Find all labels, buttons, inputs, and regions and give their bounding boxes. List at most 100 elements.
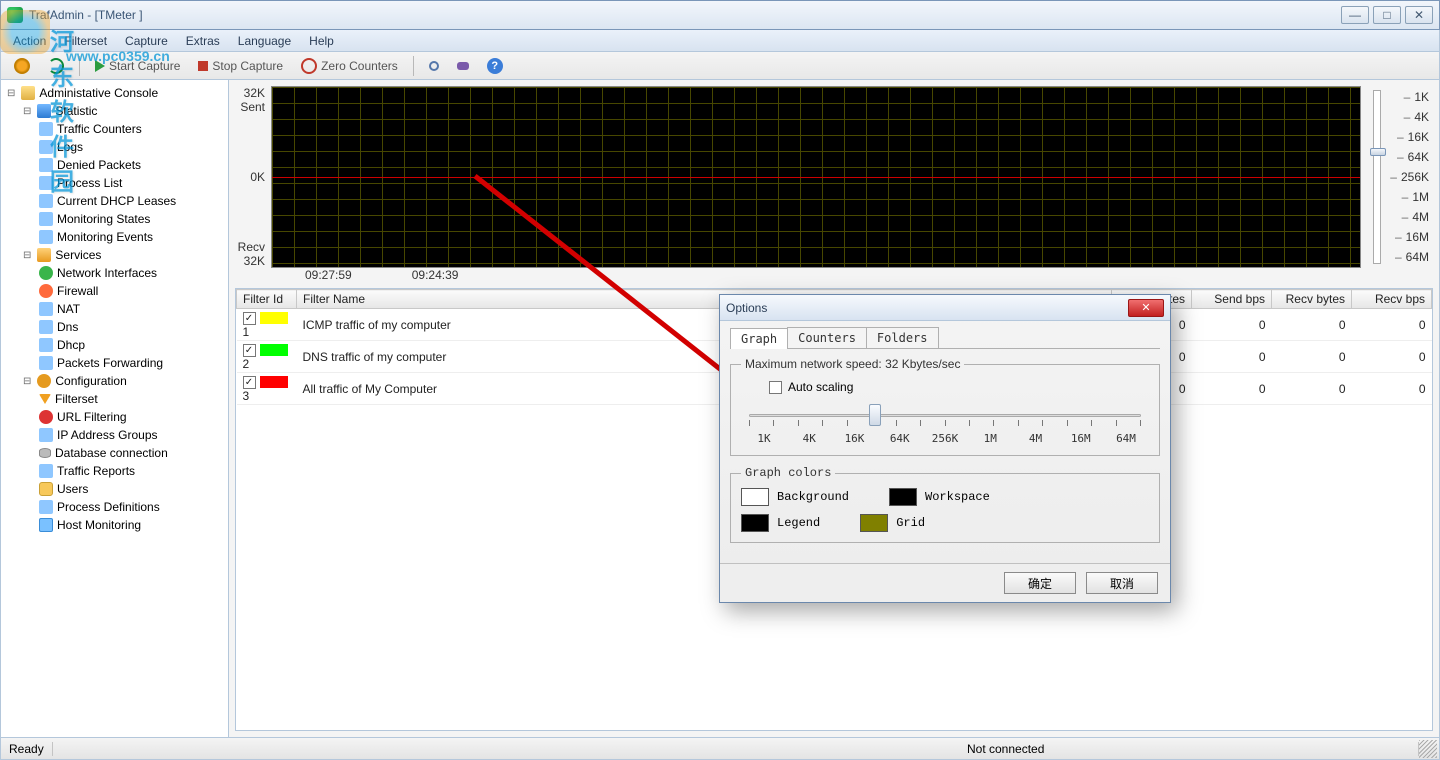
stop-capture-button[interactable]: Stop Capture: [191, 56, 290, 76]
ok-button[interactable]: 确定: [1004, 572, 1076, 594]
row-color-chip: [260, 376, 288, 388]
col-filter-id[interactable]: Filter Id: [237, 290, 297, 309]
cancel-button[interactable]: 取消: [1086, 572, 1158, 594]
toolbar-find-button[interactable]: [422, 58, 446, 74]
toolbar-refresh-button[interactable]: [41, 55, 71, 77]
start-capture-button[interactable]: Start Capture: [88, 56, 187, 76]
tree-dhcp[interactable]: Dhcp: [37, 336, 228, 354]
users-icon: [39, 482, 53, 496]
row-checkbox[interactable]: [243, 312, 256, 325]
scale-tick: 256K: [1387, 170, 1431, 184]
checkbox-icon: [769, 381, 782, 394]
funnel-icon: [39, 394, 51, 404]
services-icon: [37, 248, 51, 262]
tree-nat[interactable]: NAT: [37, 300, 228, 318]
col-send-bps[interactable]: Send bps: [1192, 290, 1272, 309]
color-grid[interactable]: Grid: [860, 514, 925, 532]
tree-dhcp-leases[interactable]: Current DHCP Leases: [37, 192, 228, 210]
menu-capture[interactable]: Capture: [117, 32, 176, 50]
scale-slider[interactable]: [1373, 90, 1381, 264]
scale-tick: 1M: [1387, 190, 1431, 204]
col-recv-bytes[interactable]: Recv bytes: [1272, 290, 1352, 309]
toolbar-settings-button[interactable]: [7, 55, 37, 77]
speed-label: Maximum network speed:: [745, 357, 885, 371]
dialog-titlebar[interactable]: Options ✕: [720, 295, 1170, 321]
tree-filterset[interactable]: Filterset: [37, 390, 228, 408]
colors-fieldset: Graph colors Background Workspace Legend…: [730, 466, 1160, 543]
tree-packets-forwarding[interactable]: Packets Forwarding: [37, 354, 228, 372]
tree-host-monitoring[interactable]: Host Monitoring: [37, 516, 228, 534]
nat-icon: [39, 302, 53, 316]
swatch-workspace: [889, 488, 917, 506]
row-recv-bps: 0: [1352, 309, 1432, 341]
close-button[interactable]: ✕: [1405, 6, 1433, 24]
tree-users[interactable]: Users: [37, 480, 228, 498]
tree-url-filtering[interactable]: URL Filtering: [37, 408, 228, 426]
row-recv-bytes: 0: [1272, 341, 1352, 373]
main-layout: Administative Console Statistic Traffic …: [0, 80, 1440, 738]
toolbar-help-button[interactable]: ?: [480, 55, 510, 77]
tree-statistic[interactable]: Statistic: [21, 102, 228, 120]
color-background[interactable]: Background: [741, 488, 849, 506]
row-recv-bytes: 0: [1272, 309, 1352, 341]
link-icon: [457, 62, 469, 70]
menu-help[interactable]: Help: [301, 32, 342, 50]
tree-firewall[interactable]: Firewall: [37, 282, 228, 300]
color-workspace[interactable]: Workspace: [889, 488, 990, 506]
auto-scaling-checkbox[interactable]: Auto scaling: [769, 380, 1149, 394]
slider-track: [749, 414, 1141, 417]
row-checkbox[interactable]: [243, 376, 256, 389]
tree-configuration[interactable]: Configuration: [21, 372, 228, 390]
menu-action[interactable]: Action: [5, 32, 54, 50]
tree-services[interactable]: Services: [21, 246, 228, 264]
tree-process-list[interactable]: Process List: [37, 174, 228, 192]
dialog-close-button[interactable]: ✕: [1128, 299, 1164, 317]
tree-traffic-reports[interactable]: Traffic Reports: [37, 462, 228, 480]
toolbar-separator: [413, 56, 414, 76]
tab-folders[interactable]: Folders: [866, 327, 939, 348]
color-legend[interactable]: Legend: [741, 514, 820, 532]
search-icon: [429, 61, 439, 71]
chart-x-tick: 09:27:59: [305, 268, 352, 284]
tree-denied-packets[interactable]: Denied Packets: [37, 156, 228, 174]
chart-canvas: document.write(Array.from({length:50},(_…: [271, 86, 1361, 268]
scale-thumb[interactable]: [1370, 148, 1386, 156]
tab-counters[interactable]: Counters: [787, 327, 867, 348]
slider-labels: 1K 4K 16K 64K 256K 1M 4M 16M 64M: [745, 432, 1145, 445]
zero-counters-button[interactable]: Zero Counters: [294, 55, 405, 77]
tree-traffic-counters[interactable]: Traffic Counters: [37, 120, 228, 138]
tree-dns[interactable]: Dns: [37, 318, 228, 336]
toolbar-separator: [79, 56, 80, 76]
speed-value: 32 Kbytes/sec: [885, 357, 960, 371]
scale-tick: 64K: [1387, 150, 1431, 164]
tree-logs[interactable]: Logs: [37, 138, 228, 156]
scale-tick: 64M: [1387, 250, 1431, 264]
tree-ip-groups[interactable]: IP Address Groups: [37, 426, 228, 444]
menu-extras[interactable]: Extras: [178, 32, 228, 50]
minimize-button[interactable]: —: [1341, 6, 1369, 24]
status-left: Ready: [1, 742, 53, 756]
menu-filterset[interactable]: Filterset: [56, 32, 115, 50]
chart-y-axis: 32KSent 0K Recv32K: [235, 86, 267, 268]
speed-slider[interactable]: [741, 404, 1149, 428]
tree-root[interactable]: Administative Console: [5, 84, 228, 102]
toolbar-link-button[interactable]: [450, 59, 476, 73]
maximize-button[interactable]: □: [1373, 6, 1401, 24]
chart-y-top: 32K: [244, 86, 265, 100]
tree-monitoring-states[interactable]: Monitoring States: [37, 210, 228, 228]
tree-process-definitions[interactable]: Process Definitions: [37, 498, 228, 516]
menu-language[interactable]: Language: [230, 32, 299, 50]
tree-network-interfaces[interactable]: Network Interfaces: [37, 264, 228, 282]
row-send-bps: 0: [1192, 373, 1272, 405]
row-checkbox[interactable]: [243, 344, 256, 357]
tree-root-label: Administative Console: [39, 86, 158, 100]
slider-thumb[interactable]: [869, 404, 881, 426]
col-recv-bps[interactable]: Recv bps: [1352, 290, 1432, 309]
auto-scaling-label: Auto scaling: [788, 380, 853, 394]
tree-database[interactable]: Database connection: [37, 444, 228, 462]
resize-grip-icon[interactable]: [1419, 740, 1437, 758]
tab-graph[interactable]: Graph: [730, 328, 788, 349]
tree-monitoring-events[interactable]: Monitoring Events: [37, 228, 228, 246]
refresh-icon: [48, 58, 64, 74]
dhcp-lease-icon: [39, 194, 53, 208]
